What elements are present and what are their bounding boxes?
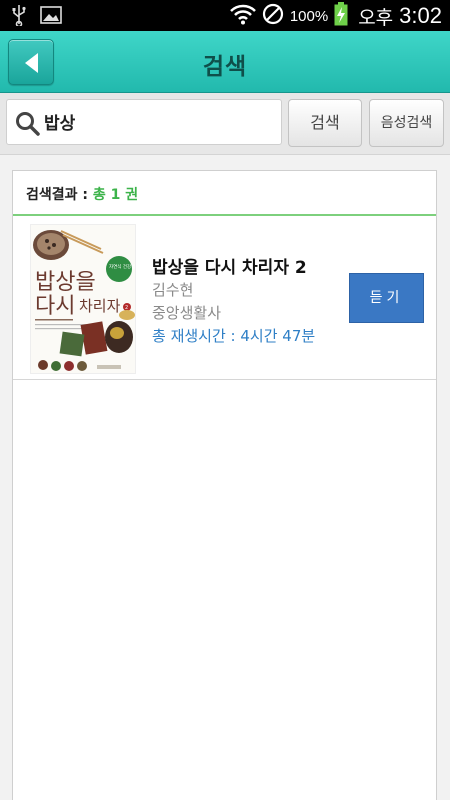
- clock-time: 3:02: [399, 3, 442, 28]
- wifi-icon: [229, 3, 256, 29]
- results-count: 총 1 권: [92, 187, 139, 203]
- result-list-item[interactable]: 밥상을 다시 차리자 자연식 건강법 2 밥상을 다시 차리자 2 김수현 중앙…: [13, 217, 436, 380]
- battery-charging-icon: [334, 2, 348, 30]
- search-input[interactable]: [44, 111, 274, 131]
- cover-title-line2: 다시: [35, 294, 75, 319]
- app-header: 검색: [0, 31, 450, 93]
- cover-title-line1: 밥상을: [35, 270, 96, 295]
- book-title[interactable]: 밥상을 다시 차리자 2: [152, 253, 307, 278]
- listen-button[interactable]: 듣기: [349, 273, 424, 323]
- book-author: 김수현: [152, 281, 194, 299]
- usb-icon: [12, 4, 26, 30]
- book-cover[interactable]: 밥상을 다시 차리자 자연식 건강법 2: [30, 224, 136, 374]
- results-summary: 검색결과 : 총 1 권: [13, 171, 436, 216]
- cover-title-line3: 차리자: [79, 297, 121, 315]
- results-summary-label: 검색결과 :: [26, 187, 93, 203]
- results-panel: 검색결과 : 총 1 권 밥상을 다시 차리자 자연식 건강법 2 밥상을 다시…: [12, 170, 437, 800]
- image-notification-icon: [40, 6, 62, 28]
- search-button[interactable]: 검색: [288, 99, 362, 147]
- status-bar: 100% 오후 3:02: [0, 0, 450, 31]
- search-field-box[interactable]: [6, 99, 282, 145]
- no-signal-icon: [262, 3, 284, 29]
- page-title: 검색: [202, 54, 248, 80]
- search-bar: 검색 음성검색: [0, 93, 450, 155]
- search-icon: [16, 112, 40, 136]
- book-play-time: 총 재생시간 : 4시간 47분: [152, 327, 316, 345]
- book-publisher: 중앙생활사: [152, 304, 222, 322]
- battery-percent: 100%: [289, 7, 329, 25]
- voice-search-button[interactable]: 음성검색: [369, 99, 444, 147]
- cover-badge: 자연식 건강법: [109, 263, 135, 270]
- clock-ampm: 오후: [358, 6, 394, 29]
